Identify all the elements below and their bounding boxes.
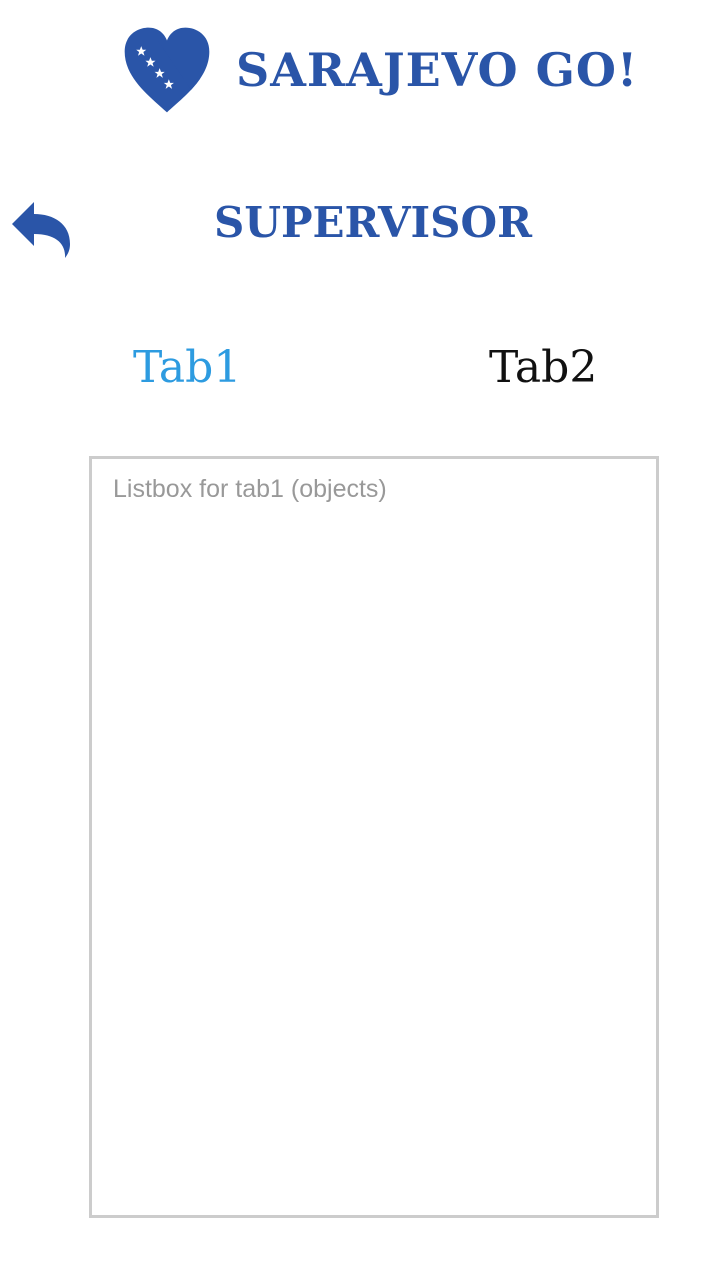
tab-1[interactable]: Tab1: [133, 336, 241, 400]
tab-2[interactable]: Tab2: [489, 336, 597, 400]
app-logo: SARAJEVO GO!: [118, 22, 638, 118]
screen: SARAJEVO GO! SUPERVISOR Tab1 Tab2 Listbo…: [0, 0, 720, 1280]
listbox-placeholder: Listbox for tab1 (objects): [113, 475, 387, 503]
bosnia-heart-icon: [124, 27, 210, 113]
objects-listbox[interactable]: Listbox for tab1 (objects): [89, 456, 659, 1218]
app-name: SARAJEVO GO!: [236, 43, 639, 97]
reply-arrow-icon: [12, 202, 70, 258]
back-button[interactable]: [8, 194, 76, 262]
page-title: SUPERVISOR: [213, 198, 532, 247]
